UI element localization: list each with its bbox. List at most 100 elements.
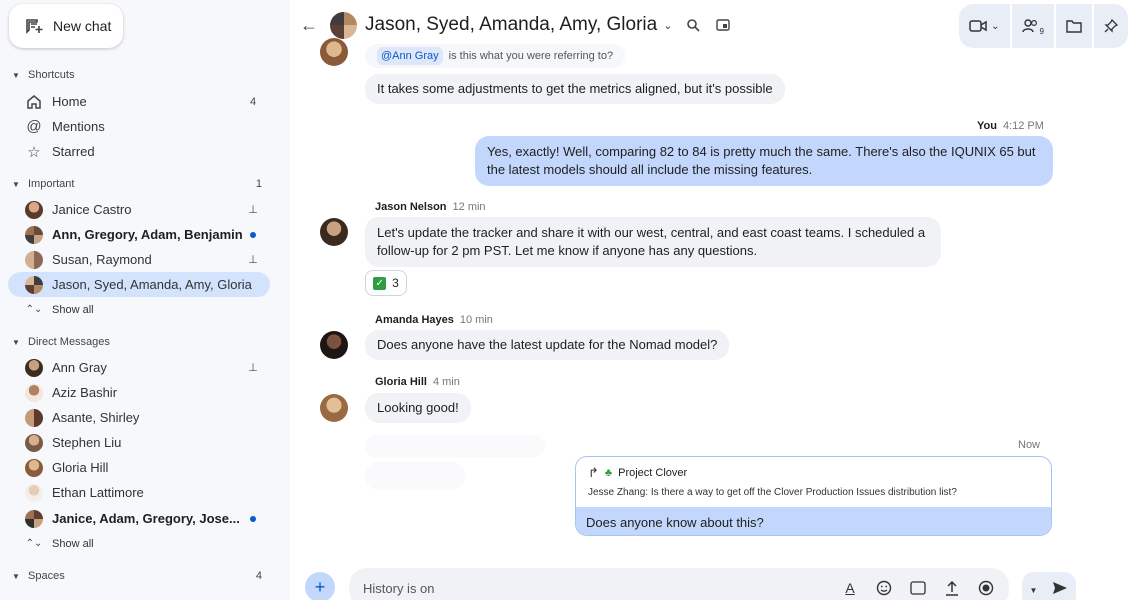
pin-icon[interactable]: ⊥ xyxy=(242,203,264,216)
message-text: follow-up for 2 pm PST. Let me know if a… xyxy=(377,243,758,258)
members-button[interactable]: 9 xyxy=(1011,4,1054,48)
sidebar: New chat ▼ Shortcuts Home 4 @ Mentions ☆… xyxy=(0,0,290,600)
sidebar-item-ann-gregory-adam-benjamin[interactable]: Ann, Gregory, Adam, Benjamin xyxy=(8,222,270,247)
group-avatar xyxy=(330,11,357,39)
avatar xyxy=(24,383,44,403)
avatar xyxy=(24,358,44,378)
sidebar-item-asante-shirley[interactable]: Asante, Shirley xyxy=(8,405,270,430)
record-icon[interactable] xyxy=(975,577,997,599)
group-avatar xyxy=(24,408,44,428)
dm-title: Direct Messages xyxy=(28,336,110,348)
reaction-count: 3 xyxy=(392,276,399,290)
pin-icon[interactable]: ⊥ xyxy=(242,361,264,374)
expand-icon: ⌃⌄ xyxy=(25,538,43,549)
forwarded-quote[interactable]: ↱ ♣ Project Clover Jesse Zhang: Is there… xyxy=(576,457,1051,507)
message-bubble[interactable]: Looking good! xyxy=(365,393,471,423)
group-avatar xyxy=(24,225,44,245)
quoted-text: is this what you were referring to? xyxy=(448,50,614,62)
chevron-down-icon: ⌄ xyxy=(991,20,1000,32)
sidebar-item-mentions[interactable]: @ Mentions xyxy=(8,114,270,139)
home-icon xyxy=(24,92,44,112)
avatar xyxy=(320,38,348,66)
spaces-section-header[interactable]: ▼ Spaces 4 xyxy=(12,570,262,582)
new-chat-icon xyxy=(26,19,43,34)
upload-icon[interactable] xyxy=(941,577,963,599)
search-icon[interactable] xyxy=(684,16,702,34)
unread-dot xyxy=(242,513,264,525)
caret-down-icon: ▼ xyxy=(12,70,20,80)
message-time: 4:12 PM xyxy=(1002,120,1044,132)
dm-label: Asante, Shirley xyxy=(52,410,140,425)
clover-icon: ♣ xyxy=(604,467,613,479)
sidebar-item-janice-castro[interactable]: Janice Castro ⊥ xyxy=(8,197,270,222)
message-sender: Gloria Hill 4 min xyxy=(375,376,460,388)
chevron-down-icon[interactable]: ⌄ xyxy=(663,19,672,32)
shortcuts-section-header[interactable]: ▼ Shortcuts xyxy=(12,69,262,81)
message-composer[interactable]: History is on A xyxy=(349,568,1009,600)
reaction-chip[interactable]: ✓ 3 xyxy=(365,270,407,296)
dm-label: Gloria Hill xyxy=(52,460,109,475)
message-sender: You 4:12 PM xyxy=(977,120,1044,132)
sidebar-item-ethan-lattimore[interactable]: Ethan Lattimore xyxy=(8,480,270,505)
picture-in-picture-icon[interactable] xyxy=(714,16,732,34)
chat-title[interactable]: Jason, Syed, Amanda, Amy, Gloria xyxy=(365,14,657,36)
sidebar-item-stephen-liu[interactable]: Stephen Liu xyxy=(8,430,270,455)
home-count: 4 xyxy=(249,95,257,108)
message-text: It takes some adjustments to get the met… xyxy=(377,81,773,96)
message-bubble[interactable]: Does anyone have the latest update for t… xyxy=(365,330,730,360)
quoted-text: Jesse Zhang: Is there a way to get off t… xyxy=(588,487,957,498)
chat-header: ← Jason, Syed, Amanda, Amy, Gloria ⌄ ⌄ 9 xyxy=(290,0,1140,50)
sidebar-item-ann-gray[interactable]: Ann Gray ⊥ xyxy=(8,355,270,380)
add-button[interactable]: + xyxy=(305,572,335,600)
video-call-button[interactable]: ⌄ xyxy=(959,4,1010,48)
gif-icon[interactable] xyxy=(907,577,929,599)
sidebar-item-gloria-hill[interactable]: Gloria Hill xyxy=(8,455,270,480)
check-mark-emoji-icon: ✓ xyxy=(373,276,387,290)
dm-label: Ann Gray xyxy=(52,360,107,375)
sidebar-item-home[interactable]: Home 4 xyxy=(8,89,270,114)
message-bubble[interactable]: Let's update the tracker and share it wi… xyxy=(365,217,941,267)
forward-arrow-icon: ↱ xyxy=(588,465,599,480)
avatar xyxy=(24,483,44,503)
sender-name: Amanda Hayes xyxy=(375,314,454,326)
pin-icon[interactable]: ⊥ xyxy=(242,253,264,266)
folder-icon xyxy=(1066,20,1082,33)
new-chat-button[interactable]: New chat xyxy=(9,4,123,48)
sidebar-item-jason-syed-amanda-amy-gloria[interactable]: Jason, Syed, Amanda, Amy, Gloria xyxy=(8,272,270,297)
dm-section-header[interactable]: ▼ Direct Messages xyxy=(12,336,262,348)
sidebar-item-janice-adam-gregory-jose[interactable]: Janice, Adam, Gregory, Jose... xyxy=(8,506,270,531)
sidebar-item-susan-raymond[interactable]: Susan, Raymond ⊥ xyxy=(8,247,270,272)
files-button[interactable] xyxy=(1056,4,1092,48)
text-format-icon[interactable]: A xyxy=(839,577,861,599)
important-show-all[interactable]: ⌃⌄ Show all xyxy=(8,297,270,322)
my-message-bubble[interactable]: Yes, exactly! Well, comparing 82 to 84 i… xyxy=(475,136,1053,186)
sidebar-item-aziz-bashir[interactable]: Aziz Bashir xyxy=(8,380,270,405)
spaces-title: Spaces xyxy=(28,570,65,582)
star-icon: ☆ xyxy=(27,143,41,161)
mention-chip[interactable]: @Ann Gray xyxy=(377,47,443,65)
sidebar-item-starred[interactable]: ☆ Starred xyxy=(8,139,270,164)
avatar xyxy=(320,331,348,359)
caret-down-icon: ▼ xyxy=(12,571,20,581)
send-icon[interactable] xyxy=(1052,581,1068,600)
send-options-chevron-icon[interactable]: ▼ xyxy=(1030,586,1038,595)
chat-label: Jason, Syed, Amanda, Amy, Gloria xyxy=(52,277,252,292)
send-controls: ▼ xyxy=(1022,572,1076,600)
group-avatar xyxy=(24,250,44,270)
message-bubble[interactable]: It takes some adjustments to get the met… xyxy=(365,74,785,104)
unread-dot xyxy=(242,229,264,241)
shortcuts-title: Shortcuts xyxy=(28,69,75,81)
dm-label: Aziz Bashir xyxy=(52,385,118,400)
pin-button[interactable] xyxy=(1094,4,1128,48)
important-count: 1 xyxy=(255,178,262,190)
back-arrow-icon[interactable]: ← xyxy=(300,15,324,36)
dm-show-all[interactable]: ⌃⌄ Show all xyxy=(8,531,270,556)
message-time: 4 min xyxy=(432,376,460,388)
spaces-count: 4 xyxy=(255,570,262,582)
message-list: @Ann Gray is this what you were referrin… xyxy=(290,38,1140,560)
forwarded-message-card[interactable]: ↱ ♣ Project Clover Jesse Zhang: Is there… xyxy=(575,456,1052,536)
important-section-header[interactable]: ▼ Important 1 xyxy=(12,178,262,190)
composer-placeholder: History is on xyxy=(363,580,435,596)
emoji-icon[interactable] xyxy=(873,577,895,599)
new-chat-label: New chat xyxy=(53,18,112,34)
